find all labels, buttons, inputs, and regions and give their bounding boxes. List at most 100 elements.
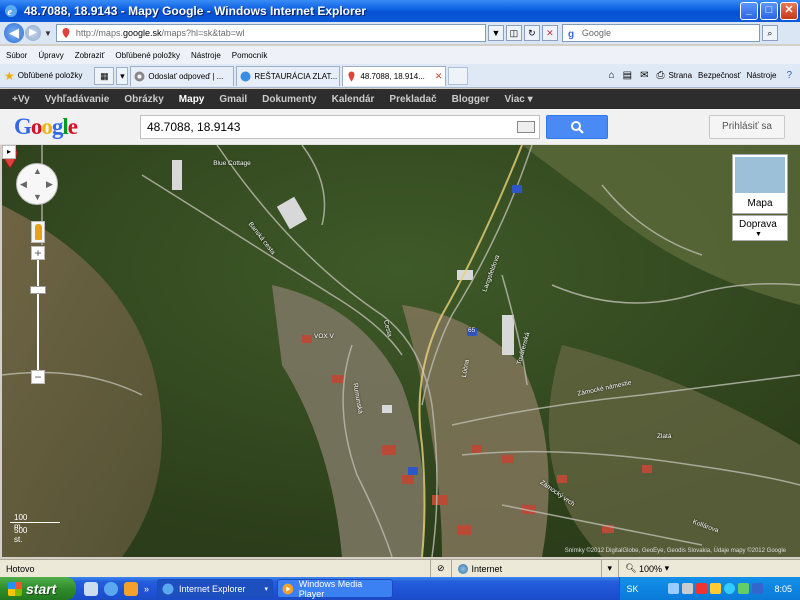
update-icon[interactable] xyxy=(710,583,722,594)
google-maps-favicon-icon xyxy=(62,28,70,38)
zoom-out-button[interactable]: − xyxy=(31,370,45,384)
tab-odoslat[interactable]: Odoslať odpoveď | ... xyxy=(130,65,235,86)
popup-blocker-icon[interactable]: ⊘ xyxy=(430,559,451,578)
url-suffix: /maps?hl=sk&tab=wl xyxy=(161,28,245,38)
menu-edit[interactable]: Úpravy xyxy=(38,51,63,60)
pan-right-icon[interactable]: ▶ xyxy=(46,179,53,190)
protected-mode-icon[interactable]: ▾ xyxy=(600,559,619,578)
pan-up-icon[interactable]: ▲ xyxy=(33,166,42,176)
maximize-button[interactable]: □ xyxy=(760,2,778,20)
maps-search-input[interactable]: 48.7088, 18.9143 xyxy=(140,115,540,139)
forward-arrow-icon: ▶ xyxy=(29,27,37,38)
compatibility-view-icon[interactable]: ◫ xyxy=(505,25,522,41)
language-indicator[interactable]: SK xyxy=(626,584,638,594)
refresh-icon[interactable]: ↻ xyxy=(523,25,540,41)
zoom-level[interactable]: 🔍︎ 100% ▾ xyxy=(618,559,675,578)
forward-button[interactable]: ▶ xyxy=(25,25,41,41)
close-tab-icon[interactable]: ✕ xyxy=(435,71,443,82)
favorites-star-icon[interactable]: ★ xyxy=(4,69,15,83)
menu-favorites[interactable]: Obľúbené položky xyxy=(115,51,180,60)
address-input[interactable]: http://maps. google.sk/maps?hl=sk&tab=wl xyxy=(55,24,486,42)
tab-maps[interactable]: 48.7088, 18.914... ✕ xyxy=(342,65,447,86)
magnifier-icon xyxy=(571,121,584,134)
pan-left-icon[interactable]: ◀ xyxy=(20,179,27,190)
gbar-search[interactable]: Vyhľadávanie xyxy=(45,94,110,105)
google-logo[interactable]: Google xyxy=(14,114,88,140)
search-go-icon[interactable]: ⌕ xyxy=(761,25,778,41)
gbar-translate[interactable]: Prekladač xyxy=(389,94,436,105)
history-dropdown-icon[interactable]: ▼ xyxy=(44,29,52,38)
maps-search-value: 48.7088, 18.9143 xyxy=(147,120,241,134)
menu-view[interactable]: Zobraziť xyxy=(75,51,105,60)
svg-text:e: e xyxy=(8,7,13,18)
pan-down-icon[interactable]: ▼ xyxy=(33,192,42,202)
menu-help[interactable]: Pomocník xyxy=(232,51,268,60)
zoom-slider[interactable] xyxy=(30,260,46,370)
page-menu[interactable]: Strana xyxy=(668,71,692,80)
gbar-calendar[interactable]: Kalendár xyxy=(332,94,375,105)
map-type-thumbnail xyxy=(735,157,785,193)
safety-menu[interactable]: Bezpečnosť xyxy=(698,71,741,80)
gbar-plus-you[interactable]: +Vy xyxy=(12,94,30,105)
feeds-icon[interactable]: ▤ xyxy=(623,70,632,81)
show-desktop-icon[interactable] xyxy=(84,581,98,596)
url-domain: google.sk xyxy=(122,28,162,38)
security-zone[interactable]: Internet xyxy=(450,559,601,578)
quick-tabs-icon[interactable]: ▦ xyxy=(94,66,115,85)
skype-icon[interactable] xyxy=(724,583,736,594)
map-label-zlata: Zlatá xyxy=(657,433,672,440)
street-view-pegman-icon[interactable] xyxy=(31,221,45,243)
svg-text:g: g xyxy=(568,29,574,39)
signin-button[interactable]: Prihlásiť sa xyxy=(709,115,785,139)
maps-search-button[interactable] xyxy=(546,115,608,139)
pan-control[interactable]: ▲ ◀ ▶ ▼ xyxy=(16,163,58,205)
network-icon[interactable] xyxy=(668,583,680,594)
tab-list-dropdown-icon[interactable]: ▾ xyxy=(116,66,129,85)
new-tab-button[interactable] xyxy=(448,66,469,85)
bluetooth-icon[interactable] xyxy=(752,583,764,594)
tools-menu[interactable]: Nástroje xyxy=(747,71,777,80)
antivirus-icon[interactable] xyxy=(696,583,708,594)
ie-quicklaunch-icon[interactable] xyxy=(104,581,118,596)
close-button[interactable]: ✕ xyxy=(780,2,798,20)
print-icon[interactable]: ⎙ xyxy=(656,70,664,81)
help-icon[interactable]: ? xyxy=(786,70,792,81)
taskbar-item-label: Internet Explorer xyxy=(179,583,246,594)
keyboard-icon[interactable] xyxy=(517,121,535,133)
zoom-in-button[interactable]: + xyxy=(31,246,45,260)
map-type-toggle[interactable]: Mapa xyxy=(732,154,788,214)
traffic-layer-dropdown[interactable]: Doprava ▼ xyxy=(732,215,788,241)
menu-file[interactable]: Súbor xyxy=(6,51,27,60)
home-icon[interactable]: ⌂ xyxy=(609,70,615,81)
media-player-quicklaunch-icon[interactable] xyxy=(124,581,138,596)
gbar-gmail[interactable]: Gmail xyxy=(219,94,247,105)
tab-restauracia[interactable]: REŠTAURÁCIA ZLAT... xyxy=(236,65,341,86)
zoom-slider-knob[interactable] xyxy=(30,286,46,294)
satellite-map[interactable]: Blue Cottage Banská cesta VOX V Langsfel… xyxy=(2,145,800,557)
taskbar-item-ie[interactable]: Internet Explorer ▾ xyxy=(157,579,274,598)
back-button[interactable]: ◀ xyxy=(4,23,24,43)
favorites-button[interactable]: Obľúbené položky xyxy=(18,71,83,80)
mail-icon[interactable]: ✉ xyxy=(640,70,648,81)
search-input[interactable]: g Google xyxy=(561,24,760,42)
volume-icon[interactable] xyxy=(682,583,694,594)
gbar-maps[interactable]: Mapy xyxy=(179,94,205,105)
command-bar: ⌂ ▤ ✉ ⎙ Strana Bezpečnosť Nástroje ? xyxy=(605,70,800,81)
gbar-docs[interactable]: Dokumenty xyxy=(262,94,316,105)
windows-logo-icon xyxy=(8,581,22,596)
status-text: Hotovo xyxy=(6,563,35,574)
gbar-blogger[interactable]: Blogger xyxy=(452,94,490,105)
gbar-images[interactable]: Obrázky xyxy=(124,94,163,105)
quicklaunch-overflow-icon[interactable]: » xyxy=(144,584,149,594)
safely-remove-icon[interactable] xyxy=(738,583,750,594)
gbar-more[interactable]: Viac ▾ xyxy=(504,94,532,105)
stop-icon[interactable]: ✕ xyxy=(541,25,558,41)
side-panel-toggle-icon[interactable]: ▸ xyxy=(2,145,16,159)
menu-tools[interactable]: Nástroje xyxy=(191,51,221,60)
start-button[interactable]: start xyxy=(0,577,76,600)
address-dropdown-button[interactable]: ▼ xyxy=(487,25,504,41)
favorites-tab-bar: ★ Obľúbené položky ▦ ▾ Odoslať odpoveď |… xyxy=(0,64,800,88)
taskbar-item-media-player[interactable]: Windows Media Player xyxy=(277,579,394,599)
internet-zone-icon xyxy=(457,563,468,574)
minimize-button[interactable]: _ xyxy=(740,2,758,20)
